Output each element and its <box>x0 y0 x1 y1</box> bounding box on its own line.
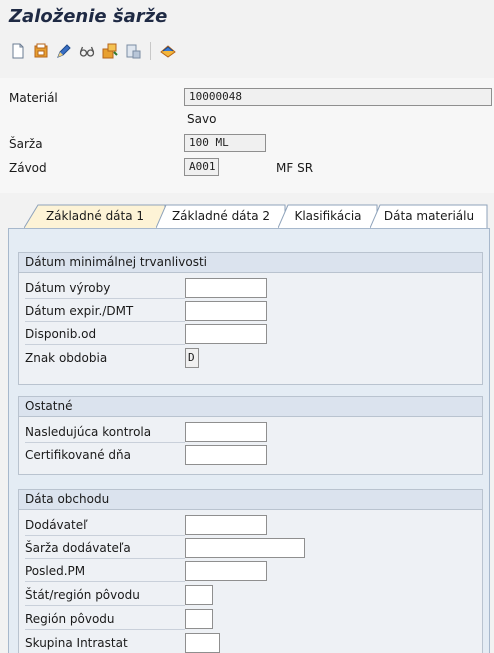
new-document-icon[interactable] <box>8 41 28 61</box>
available-from-label: Disponib.od <box>25 327 97 341</box>
group-trade-data: Dáta obchodu Dodávateľ Šarža dodávateľa … <box>18 489 483 653</box>
tab-material-data[interactable]: Dáta materiálu <box>370 204 488 228</box>
period-indicator-field[interactable]: D <box>185 348 199 368</box>
intrastat-group-label: Skupina Intrastat <box>25 636 128 650</box>
row-divider <box>25 442 185 443</box>
available-from-field[interactable] <box>185 324 267 344</box>
vendor-batch-field[interactable] <box>185 538 305 558</box>
material-field[interactable]: 10000048 <box>184 88 492 106</box>
next-inspection-label: Nasledujúca kontrola <box>25 425 152 439</box>
group-title: Dátum minimálnej trvanlivosti <box>19 253 482 273</box>
vendor-label: Dodávateľ <box>25 518 88 532</box>
row-divider <box>25 535 185 536</box>
certified-on-field[interactable] <box>185 445 267 465</box>
period-indicator-label: Znak obdobia <box>25 351 108 365</box>
stock-icon[interactable] <box>123 41 143 61</box>
row-divider <box>25 344 185 345</box>
classification-icon[interactable] <box>100 41 120 61</box>
expiration-date-label: Dátum expir./DMT <box>25 304 134 318</box>
edit-pencil-icon[interactable] <box>54 41 74 61</box>
batch-field[interactable]: 100 ML <box>184 134 266 152</box>
group-other: Ostatné Nasledujúca kontrola Certifikova… <box>18 396 483 475</box>
region-of-origin-field[interactable] <box>185 609 213 629</box>
row-divider <box>25 298 185 299</box>
plant-description: MF SR <box>276 161 314 175</box>
material-label: Materiál <box>9 91 58 105</box>
country-of-origin-label: Štát/región pôvodu <box>25 588 140 602</box>
tab-strip: Základné dáta 1 Základné dáta 2 Klasifik… <box>10 204 490 228</box>
row-divider <box>25 321 185 322</box>
next-inspection-field[interactable] <box>185 422 267 442</box>
row-divider <box>25 558 185 559</box>
intrastat-group-field[interactable] <box>185 633 220 653</box>
vendor-batch-label: Šarža dodávateľa <box>25 541 131 555</box>
change-documents-icon[interactable] <box>158 41 178 61</box>
last-goods-receipt-label: Posled.PM <box>25 564 86 578</box>
production-date-label: Dátum výroby <box>25 281 111 295</box>
country-of-origin-field[interactable] <box>185 585 213 605</box>
tab-basic-data-1[interactable]: Základné dáta 1 <box>24 204 166 228</box>
material-description: Savo <box>187 112 217 126</box>
last-goods-receipt-field[interactable] <box>185 561 267 581</box>
group-shelf-life: Dátum minimálnej trvanlivosti Dátum výro… <box>18 252 483 385</box>
group-title: Dáta obchodu <box>19 490 482 510</box>
page-title: Založenie šarže <box>9 6 168 27</box>
application-toolbar <box>8 40 178 62</box>
toolbar-separator <box>150 42 151 60</box>
production-date-field[interactable] <box>185 278 267 298</box>
tab-panel: Dátum minimálnej trvanlivosti Dátum výro… <box>8 228 490 653</box>
copy-icon[interactable] <box>31 41 51 61</box>
plant-label: Závod <box>9 161 47 175</box>
plant-field[interactable]: A001 <box>184 158 219 176</box>
row-divider <box>25 629 185 630</box>
group-title: Ostatné <box>19 397 482 417</box>
expiration-date-field[interactable] <box>185 301 267 321</box>
row-divider <box>25 605 185 606</box>
row-divider <box>25 581 185 582</box>
glasses-display-icon[interactable] <box>77 41 97 61</box>
tab-classification[interactable]: Klasifikácia <box>278 204 378 228</box>
certified-on-label: Certifikované dňa <box>25 448 131 462</box>
tab-basic-data-2[interactable]: Základné dáta 2 <box>156 204 286 228</box>
batch-label: Šarža <box>9 137 43 151</box>
vendor-field[interactable] <box>185 515 267 535</box>
region-of-origin-label: Región pôvodu <box>25 612 115 626</box>
